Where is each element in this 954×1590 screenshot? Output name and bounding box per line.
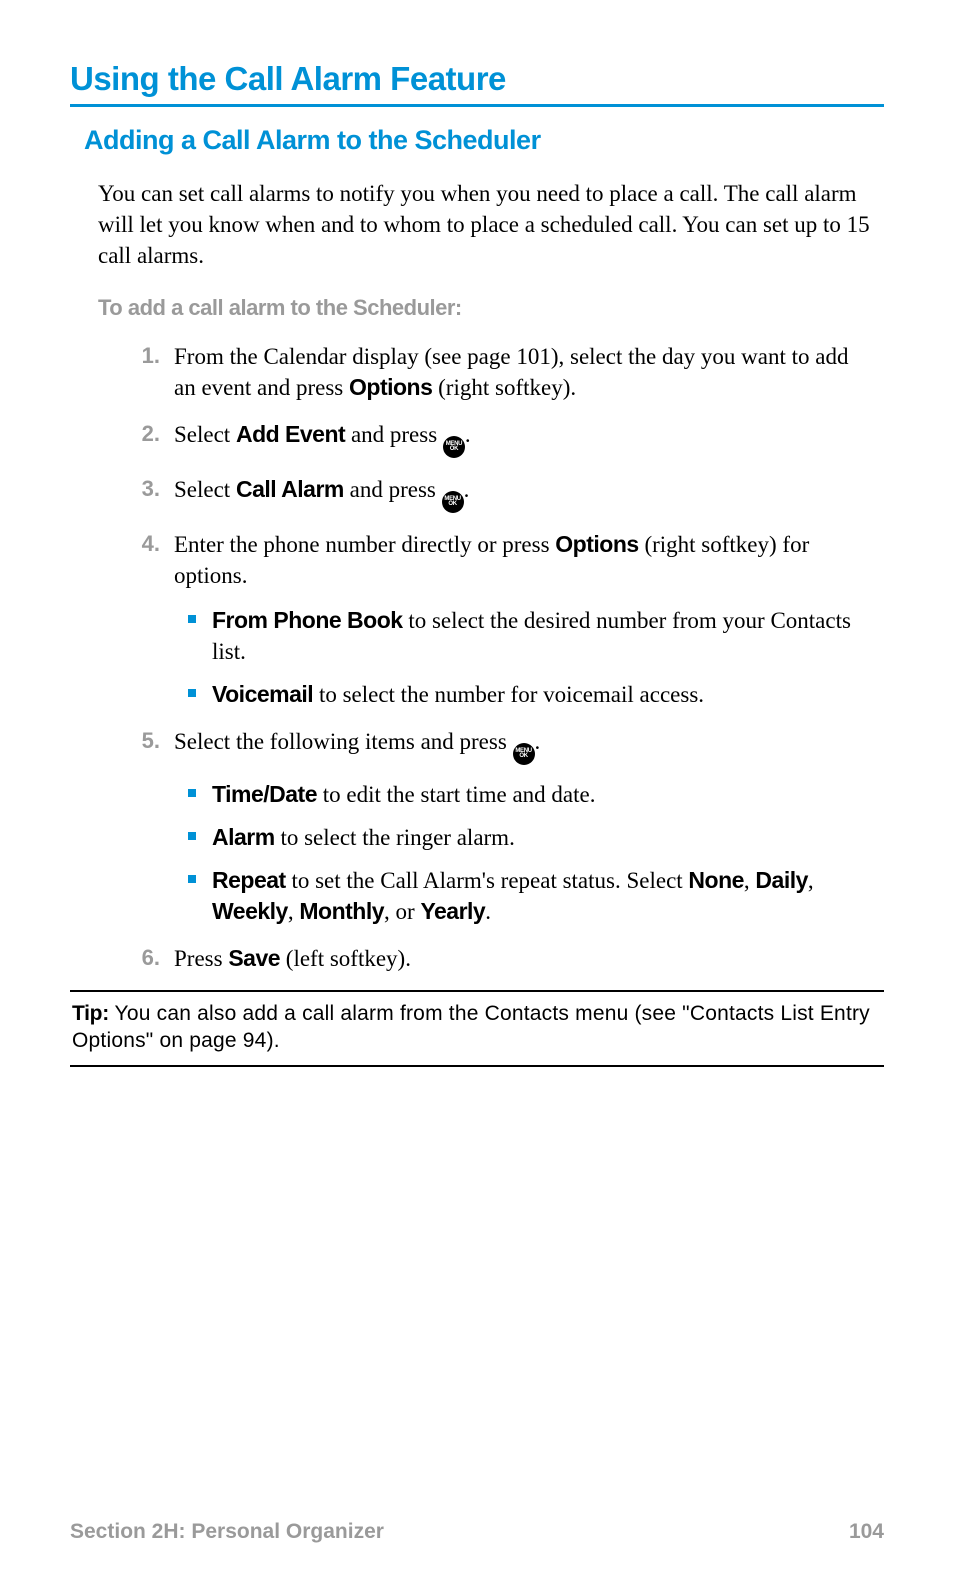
step-list: 1. From the Calendar display (see page 1… — [130, 341, 874, 974]
step-number: 3. — [130, 474, 160, 504]
step-text: (right softkey). — [432, 375, 576, 400]
add-event-label: Add Event — [236, 421, 345, 447]
sub-text: , — [808, 868, 814, 893]
step-number: 1. — [130, 341, 160, 371]
procedure-label: To add a call alarm to the Scheduler: — [98, 295, 884, 321]
call-alarm-label: Call Alarm — [236, 476, 344, 502]
tip-text: You can also add a call alarm from the C… — [72, 1002, 870, 1052]
step-text: and press — [344, 477, 442, 502]
sub-item: Voicemail to select the number for voice… — [174, 679, 874, 710]
page-number: 104 — [849, 1520, 884, 1544]
sub-text: , — [744, 868, 756, 893]
step-text: Press — [174, 946, 228, 971]
from-phone-book-label: From Phone Book — [212, 607, 403, 633]
step-text: . — [465, 422, 471, 447]
menu-ok-icon: MENUOK — [513, 743, 535, 765]
step-text: Enter the phone number directly or press — [174, 532, 555, 557]
tip-box: Tip: You can also add a call alarm from … — [70, 990, 884, 1067]
step-5: 5. Select the following items and press … — [130, 726, 874, 927]
save-label: Save — [228, 945, 280, 971]
options-label: Options — [349, 374, 432, 400]
step-text: Select — [174, 477, 236, 502]
sub-text: , or — [384, 899, 420, 924]
sub-text: to edit the start time and date. — [317, 782, 595, 807]
sub-list: Time/Date to edit the start time and dat… — [174, 779, 874, 927]
sub-text: , — [288, 899, 300, 924]
step-2: 2. Select Add Event and press MENUOK. — [130, 419, 874, 458]
time-date-label: Time/Date — [212, 781, 317, 807]
sub-list: From Phone Book to select the desired nu… — [174, 605, 874, 710]
sub-item: Repeat to set the Call Alarm's repeat st… — [174, 865, 874, 927]
step-4: 4. Enter the phone number directly or pr… — [130, 529, 874, 710]
page-title: Using the Call Alarm Feature — [70, 60, 884, 107]
repeat-label: Repeat — [212, 867, 286, 893]
section-label: Section 2H: Personal Organizer — [70, 1520, 384, 1544]
step-number: 2. — [130, 419, 160, 449]
step-6: 6. Press Save (left softkey). — [130, 943, 874, 974]
footer: Section 2H: Personal Organizer 104 — [70, 1520, 884, 1544]
sub-item: Time/Date to edit the start time and dat… — [174, 779, 874, 810]
sub-text: to set the Call Alarm's repeat status. S… — [286, 868, 689, 893]
sub-item: Alarm to select the ringer alarm. — [174, 822, 874, 853]
step-text: . — [535, 729, 541, 754]
step-3: 3. Select Call Alarm and press MENUOK. — [130, 474, 874, 513]
repeat-option: None — [688, 867, 744, 893]
voicemail-label: Voicemail — [212, 681, 313, 707]
alarm-label: Alarm — [212, 824, 275, 850]
tip-label: Tip: — [72, 1002, 109, 1025]
step-1: 1. From the Calendar display (see page 1… — [130, 341, 874, 403]
step-text: and press — [345, 422, 443, 447]
menu-ok-icon: MENUOK — [443, 436, 465, 458]
sub-text: to select the ringer alarm. — [275, 825, 515, 850]
sub-text: . — [485, 899, 491, 924]
step-number: 4. — [130, 529, 160, 559]
step-number: 5. — [130, 726, 160, 756]
repeat-option: Monthly — [299, 898, 384, 924]
step-text: Select — [174, 422, 236, 447]
repeat-option: Daily — [755, 867, 807, 893]
section-heading: Adding a Call Alarm to the Scheduler — [84, 125, 884, 156]
step-text: . — [464, 477, 470, 502]
repeat-option: Weekly — [212, 898, 288, 924]
options-label: Options — [555, 531, 638, 557]
sub-text: to select the number for voicemail acces… — [313, 682, 704, 707]
step-text: (left softkey). — [280, 946, 411, 971]
intro-paragraph: You can set call alarms to notify you wh… — [98, 178, 874, 271]
sub-item: From Phone Book to select the desired nu… — [174, 605, 874, 667]
repeat-option: Yearly — [420, 898, 485, 924]
step-text: Select the following items and press — [174, 729, 513, 754]
menu-ok-icon: MENUOK — [442, 491, 464, 513]
step-number: 6. — [130, 943, 160, 973]
